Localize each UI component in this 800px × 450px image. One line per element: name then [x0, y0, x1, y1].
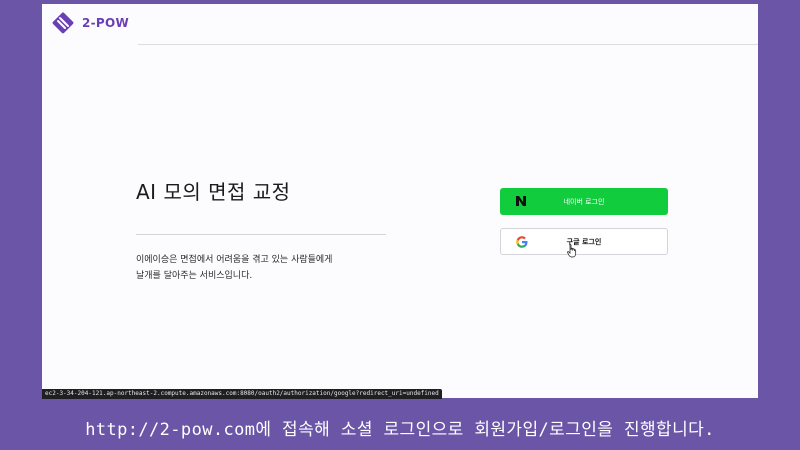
hero-divider: [136, 234, 386, 235]
service-description: 이에이승은 면접에서 어려움을 겪고 있는 사람들에게 날개를 달아주는 서비스…: [136, 252, 376, 284]
naver-n-icon: [516, 196, 526, 206]
logo-icon: [52, 12, 74, 34]
naver-login-button[interactable]: 네이버 로그인: [500, 188, 668, 215]
page-title: AI 모의 면접 교정: [136, 180, 291, 204]
browser-window: 2-POW AI 모의 면접 교정 이에이승은 면접에서 어려움을 겪고 있는 …: [42, 4, 758, 398]
google-login-button[interactable]: 구글 로그인: [500, 228, 668, 255]
description-line: 이에이승은 면접에서 어려움을 겪고 있는 사람들에게: [136, 255, 333, 265]
brand-name: 2-POW: [82, 16, 130, 30]
brand-logo[interactable]: 2-POW: [52, 12, 129, 34]
top-navbar: 2-POW: [42, 4, 758, 46]
google-g-icon: [516, 236, 528, 248]
status-bar-url: ec2-3-34-204-121.ap-northeast-2.compute.…: [42, 389, 442, 399]
hand-pointer-icon: [567, 244, 577, 258]
header-divider: [138, 44, 758, 45]
caption-text: http://2-pow.com에 접속해 소셜 로그인으로 회원가입/로그인을…: [85, 419, 715, 440]
description-line: 날개를 달아주는 서비스입니다.: [136, 271, 253, 281]
caption-bar: http://2-pow.com에 접속해 소셜 로그인으로 회원가입/로그인을…: [0, 404, 800, 450]
